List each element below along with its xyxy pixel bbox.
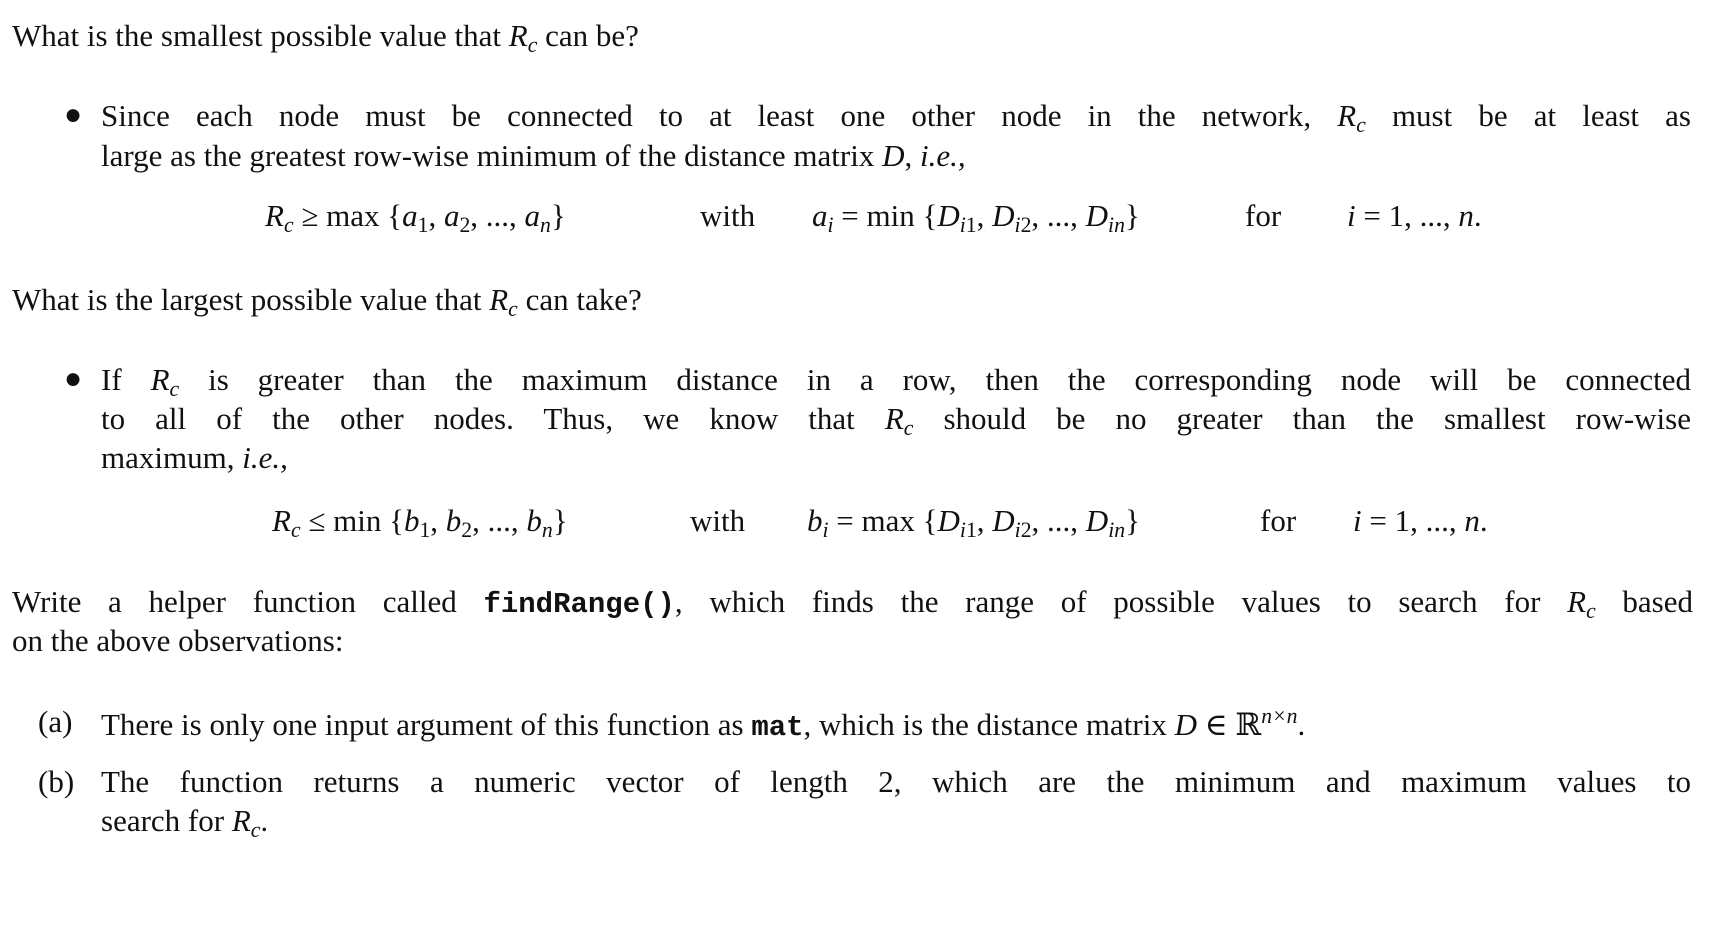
equation-upper-bound: Rc ≤ min {b1, b2, ..., bn}: [272, 503, 568, 543]
equation-ai-definition: ai = min {Di1, Di2, ..., Din}: [812, 198, 1140, 238]
equation-index-range: i = 1, ..., n.: [1347, 198, 1482, 233]
item-a-label: (a): [38, 704, 73, 739]
bullet1-line1: Since each node must be connected to at …: [101, 98, 1691, 138]
item-b-label: (b): [38, 764, 75, 799]
item-b-line2: search for Rc.: [101, 803, 269, 843]
bullet-icon: ●: [64, 98, 83, 131]
equation-with-label: with: [700, 198, 756, 233]
equation-index-range: i = 1, ..., n.: [1353, 503, 1488, 538]
bullet2-line1: If Rc is greater than the maximum distan…: [101, 362, 1691, 402]
equation-bi-definition: bi = max {Di1, Di2, ..., Din}: [807, 503, 1140, 543]
function-name: findRange(): [483, 588, 675, 621]
bullet2-line2: to all of the other nodes. Thus, we know…: [101, 401, 1691, 441]
equation-for-label: for: [1245, 198, 1282, 233]
argument-name: mat: [751, 710, 804, 744]
task-line1: Write a helper function called findRange…: [12, 584, 1694, 624]
question-smallest-rc: What is the smallest possible value that…: [12, 18, 639, 58]
bullet1-line2: large as the greatest row-wise minimum o…: [101, 138, 966, 173]
task-line2: on the above observations:: [12, 623, 344, 658]
item-a-text: There is only one input argument of this…: [101, 704, 1306, 744]
item-b-line1: The function returns a numeric vector of…: [101, 764, 1691, 799]
question-text: can be?: [537, 18, 639, 53]
bullet2-line3: maximum, i.e.,: [101, 440, 288, 475]
bullet-icon: ●: [64, 362, 83, 395]
question-largest-rc: What is the largest possible value that …: [12, 282, 642, 322]
question-text: What is the smallest possible value that: [12, 18, 509, 53]
rc-symbol: Rc: [508, 18, 538, 58]
equation-for-label: for: [1260, 503, 1297, 538]
equation-with-label: with: [690, 503, 746, 538]
equation-lower-bound: Rc ≥ max {a1, a2, ..., an}: [265, 198, 566, 238]
